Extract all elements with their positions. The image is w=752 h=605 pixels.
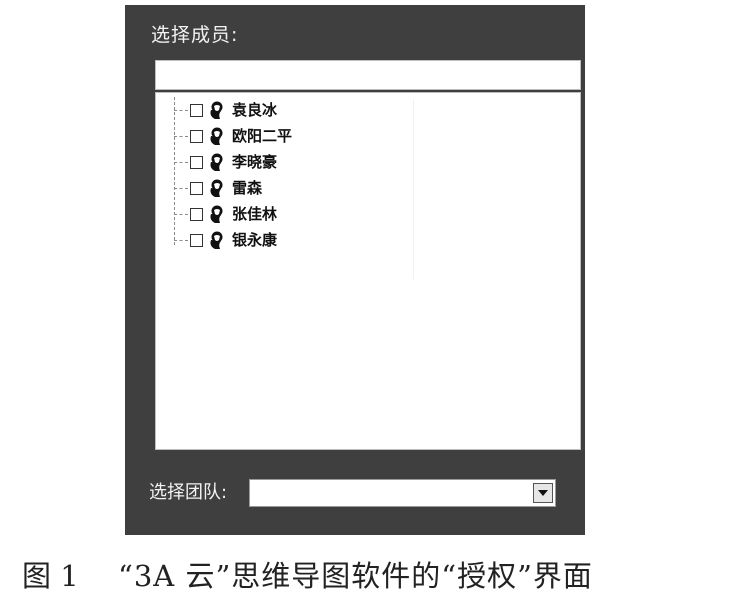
member-item[interactable]: 李晓豪	[174, 151, 277, 173]
tree-branch	[174, 239, 188, 241]
tree-branch	[174, 161, 188, 163]
member-item[interactable]: 银永康	[174, 229, 277, 251]
figure-caption-text: “3A 云”思维导图软件的“授权”界面	[118, 559, 593, 593]
select-team-label: 选择团队:	[149, 482, 228, 503]
member-checkbox[interactable]	[190, 129, 203, 143]
chevron-down-icon	[538, 490, 548, 496]
member-checkbox[interactable]	[190, 207, 203, 221]
member-name: 张佳林	[232, 205, 278, 223]
column-divider	[413, 99, 414, 279]
member-item[interactable]: 袁良冰	[174, 99, 277, 121]
team-select[interactable]	[249, 479, 556, 507]
user-icon	[210, 179, 223, 197]
figure-number: 图 1	[22, 559, 79, 593]
dropdown-button[interactable]	[533, 483, 553, 503]
tree-branch	[174, 135, 188, 137]
page: 选择成员: 袁良冰 欧阳二平 李晓豪 雷森 张佳林 银永康 选择团队: 图 1 …	[0, 0, 752, 605]
member-tree: 袁良冰 欧阳二平 李晓豪 雷森 张佳林 银永康	[155, 92, 581, 450]
tree-branch	[174, 187, 188, 189]
member-name: 袁良冰	[232, 101, 278, 119]
member-checkbox[interactable]	[190, 155, 203, 169]
member-search-input[interactable]	[155, 60, 581, 90]
user-icon	[210, 101, 223, 119]
authorization-panel: 选择成员: 袁良冰 欧阳二平 李晓豪 雷森 张佳林 银永康 选择团队:	[125, 5, 585, 535]
user-icon	[210, 127, 223, 145]
tree-branch	[174, 213, 188, 215]
user-icon	[210, 205, 223, 223]
member-checkbox[interactable]	[190, 103, 203, 117]
member-name: 银永康	[232, 231, 278, 249]
member-checkbox[interactable]	[190, 233, 203, 247]
tree-branch	[174, 109, 188, 111]
member-item[interactable]: 张佳林	[174, 203, 277, 225]
member-name: 欧阳二平	[232, 127, 293, 145]
select-members-label: 选择成员:	[151, 24, 239, 46]
user-icon	[210, 231, 223, 249]
member-name: 李晓豪	[232, 153, 278, 171]
member-checkbox[interactable]	[190, 181, 203, 195]
member-name: 雷森	[232, 179, 263, 197]
member-item[interactable]: 雷森	[174, 177, 262, 199]
user-icon	[210, 153, 223, 171]
member-item[interactable]: 欧阳二平	[174, 125, 292, 147]
